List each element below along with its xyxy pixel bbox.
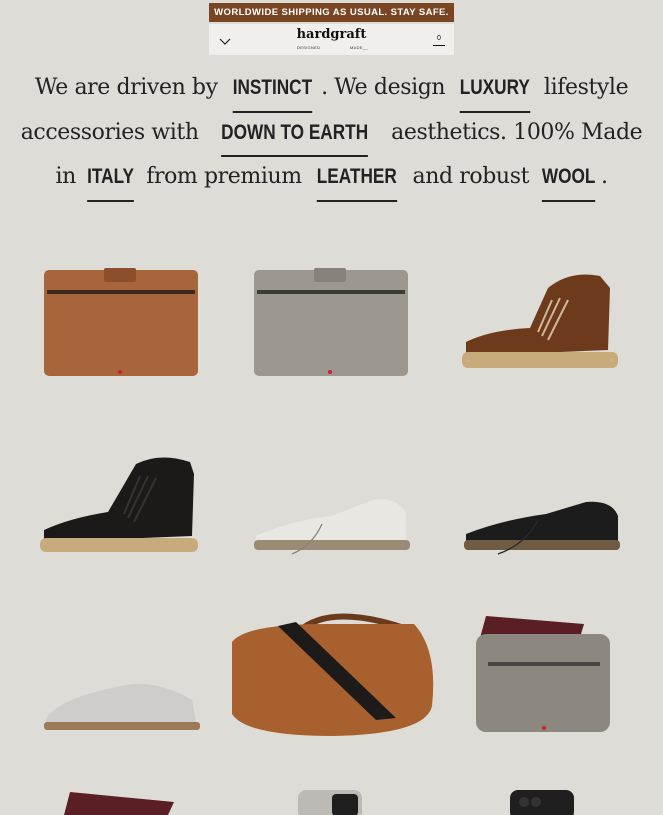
grey-travel-wallet-icon [476,616,610,732]
product-black-shoe[interactable] [462,496,622,560]
cart-count-button[interactable]: 0 [433,35,445,46]
product-grey-travel-wallet[interactable] [474,610,614,734]
keyword-instinct[interactable]: INSTINCT [232,68,313,113]
statement-text: from premium [139,164,309,189]
product-grey-laptop-case[interactable] [252,266,412,378]
product-white-shoe[interactable] [252,496,412,560]
brand-statement: We are driven by INSTINCT . We design LUX… [20,68,643,202]
product-brown-boot[interactable] [460,270,628,376]
grey-laptop-case-icon [254,268,408,376]
top-navigation: hardgraft DESIGNED MADE__ 0 [209,24,454,55]
white-shoe-icon [254,499,410,555]
statement-text: We are driven by [34,75,225,100]
brown-boot-icon [462,274,618,368]
keyword-leather[interactable]: LEATHER [317,157,398,202]
product-tan-weekender-bag[interactable] [226,610,438,740]
logo-tagline-right: MADE__ [350,45,368,50]
felt-phone-case-icon [298,790,362,815]
statement-text: . [600,164,608,189]
brand-logo[interactable]: hardgraft [209,27,454,42]
product-black-boot[interactable] [40,454,208,560]
black-phone-case-icon [510,790,574,815]
keyword-italy[interactable]: ITALY [87,157,135,202]
felt-slipper-icon [44,684,200,730]
passport-holder-icon [64,792,174,815]
keyword-down-to-earth[interactable]: DOWN TO EARTH [221,113,369,157]
product-felt-phone-case[interactable] [296,784,366,815]
product-tan-laptop-case[interactable] [42,266,202,378]
product-passport-holder[interactable] [64,788,184,815]
shipping-banner-text: WORLDWIDE SHIPPING AS USUAL. STAY SAFE. [214,7,449,18]
tan-weekender-bag-icon [232,613,434,736]
keyword-luxury[interactable]: LUXURY [459,68,530,113]
keyword-wool[interactable]: WOOL [541,157,596,202]
black-shoe-icon [464,501,620,555]
statement-text: and robust [405,164,536,189]
tan-laptop-case-icon [44,268,198,376]
product-felt-slipper[interactable] [42,672,202,736]
black-boot-icon [40,457,198,552]
statement-text: . We design [321,75,452,100]
shipping-banner: WORLDWIDE SHIPPING AS USUAL. STAY SAFE. [209,3,454,22]
product-black-phone-case[interactable] [508,786,578,815]
logo-tagline-left: DESIGNED [297,45,321,50]
